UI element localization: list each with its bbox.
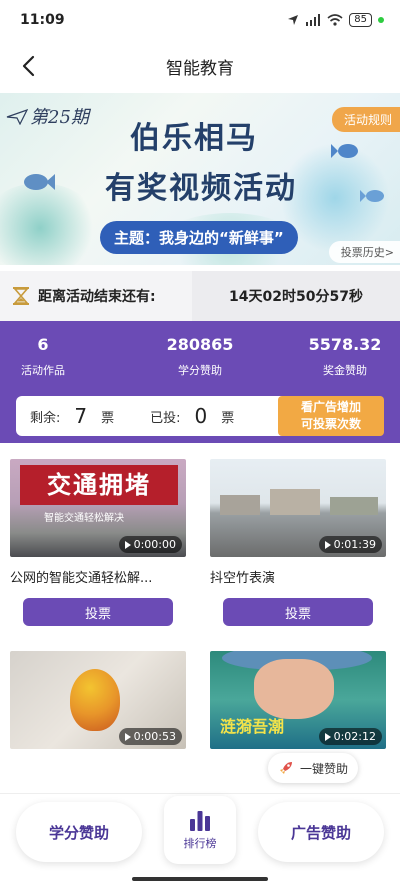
countdown-remaining: 14天02时50分57秒: [229, 289, 363, 305]
vote-unit: 票: [221, 410, 235, 426]
play-icon: [124, 540, 131, 549]
credit-sponsor-button[interactable]: 学分赞助: [16, 802, 142, 862]
chevron-left-icon: [22, 55, 35, 77]
video-thumbnail[interactable]: 0:00:53: [10, 651, 186, 749]
remaining-value: 7: [74, 404, 88, 428]
stat-works: 6 活动作品: [8, 335, 78, 378]
play-icon: [324, 540, 331, 549]
remaining-votes: 剩余: 7 票: [30, 404, 114, 428]
video-duration: 0:02:12: [318, 728, 382, 745]
cast-value: 0: [194, 404, 208, 428]
issue-label: 第25期: [30, 107, 89, 128]
video-card[interactable]: 交通拥堵 智能交通轻松解决 0:00:00 公网的智能交通轻松解... 投票: [10, 459, 186, 626]
leaderboard-button[interactable]: 排行榜: [164, 796, 236, 864]
privacy-dot: [378, 17, 384, 23]
fish-icon: [331, 144, 358, 158]
battery-indicator: 85: [349, 13, 372, 27]
hourglass-icon: [13, 287, 29, 305]
ad-button-line1: 看广告增加: [300, 400, 361, 414]
vote-unit: 票: [101, 410, 115, 426]
activity-banner[interactable]: 第25期 伯乐相马 有奖视频活动 主题：我身边的“新鲜事” 活动规则 投票历史>: [0, 93, 400, 265]
video-card[interactable]: 0:00:53: [10, 651, 186, 749]
video-duration: 0:01:39: [318, 536, 382, 553]
rules-button[interactable]: 活动规则: [331, 107, 400, 132]
status-bar: 11:09 85: [0, 0, 400, 40]
paper-plane-icon: [6, 109, 28, 125]
rocket-icon: [280, 762, 292, 774]
watercolor-decoration: [0, 183, 100, 265]
video-thumbnail[interactable]: 0:01:39: [210, 459, 386, 557]
banner-subtitle: 有奖视频活动: [105, 171, 297, 206]
stat-label: 活动作品: [21, 364, 65, 377]
vote-count-row: 剩余: 7 票 已投: 0 票 看广告增加 可投票次数: [16, 396, 384, 436]
stat-credit-sponsor: 280865 学分赞助: [150, 335, 250, 378]
stat-prize-sponsor: 5578.32 奖金赞助: [298, 335, 392, 378]
stat-label: 学分赞助: [178, 364, 222, 377]
stats-panel: 6 活动作品 280865 学分赞助 5578.32 奖金赞助 剩余: 7 票 …: [0, 321, 400, 443]
signal-icon: [306, 14, 321, 26]
status-time: 11:09: [20, 12, 65, 28]
theme-label: 主题：我身边的“新鲜事”: [100, 221, 298, 254]
stat-label: 奖金赞助: [323, 364, 367, 377]
ad-button-line2: 可投票次数: [300, 417, 361, 431]
banner-title: 伯乐相马: [130, 121, 258, 156]
fish-icon: [24, 174, 55, 190]
stat-value: 280865: [166, 335, 234, 354]
stat-value: 6: [37, 335, 49, 354]
video-card[interactable]: 0:01:39 抖空竹表演 投票: [210, 459, 386, 626]
watch-ad-for-votes-button[interactable]: 看广告增加 可投票次数: [278, 396, 384, 436]
video-title[interactable]: 抖空竹表演: [210, 567, 386, 586]
ad-sponsor-button[interactable]: 广告赞助: [258, 802, 384, 862]
play-icon: [324, 732, 331, 741]
video-thumbnail[interactable]: 交通拥堵 智能交通轻松解决 0:00:00: [10, 459, 186, 557]
nav-bar: 智能教育: [0, 40, 400, 92]
stat-value: 5578.32: [308, 335, 382, 354]
back-button[interactable]: [12, 50, 44, 82]
countdown-label-area: 距离活动结束还有:: [0, 271, 192, 321]
bottom-action-bar: 学分赞助 排行榜 广告赞助: [0, 793, 400, 888]
thumbnail-subcaption: 智能交通轻松解决: [44, 513, 124, 524]
vote-button[interactable]: 投票: [223, 598, 373, 626]
video-duration: 0:00:53: [118, 728, 182, 745]
home-indicator[interactable]: [132, 877, 268, 881]
countdown-value-area: 14天02时50分57秒: [192, 271, 400, 321]
countdown-bar: 距离活动结束还有: 14天02时50分57秒: [0, 271, 400, 321]
vote-button[interactable]: 投票: [23, 598, 173, 626]
wifi-icon: [327, 14, 343, 26]
video-duration: 0:00:00: [118, 536, 182, 553]
leaderboard-label: 排行榜: [183, 837, 217, 850]
play-icon: [124, 732, 131, 741]
video-title[interactable]: 公网的智能交通轻松解...: [10, 567, 186, 586]
fish-icon: [360, 190, 384, 202]
remaining-label: 剩余:: [30, 410, 61, 426]
video-thumbnail[interactable]: 涟漪吾潮 0:02:12: [210, 651, 386, 749]
status-icons: 85: [287, 13, 384, 27]
video-card[interactable]: 涟漪吾潮 0:02:12: [210, 651, 386, 749]
bird-painting: [70, 669, 120, 731]
countdown-label: 距离活动结束还有:: [38, 289, 156, 305]
thumbnail-caption: 涟漪吾潮: [220, 717, 285, 736]
vote-history-button[interactable]: 投票历史>: [328, 241, 400, 263]
location-icon: [288, 15, 299, 25]
buildings-decoration: [220, 489, 378, 515]
bar-chart-icon: [190, 811, 210, 831]
face-shape: [254, 659, 334, 719]
one-click-sponsor-button[interactable]: 一键赞助: [268, 753, 359, 783]
cast-votes: 已投: 0 票: [150, 404, 234, 428]
thumbnail-caption: 交通拥堵: [20, 465, 178, 505]
page-title: 智能教育: [166, 58, 234, 79]
cast-label: 已投:: [150, 410, 181, 426]
